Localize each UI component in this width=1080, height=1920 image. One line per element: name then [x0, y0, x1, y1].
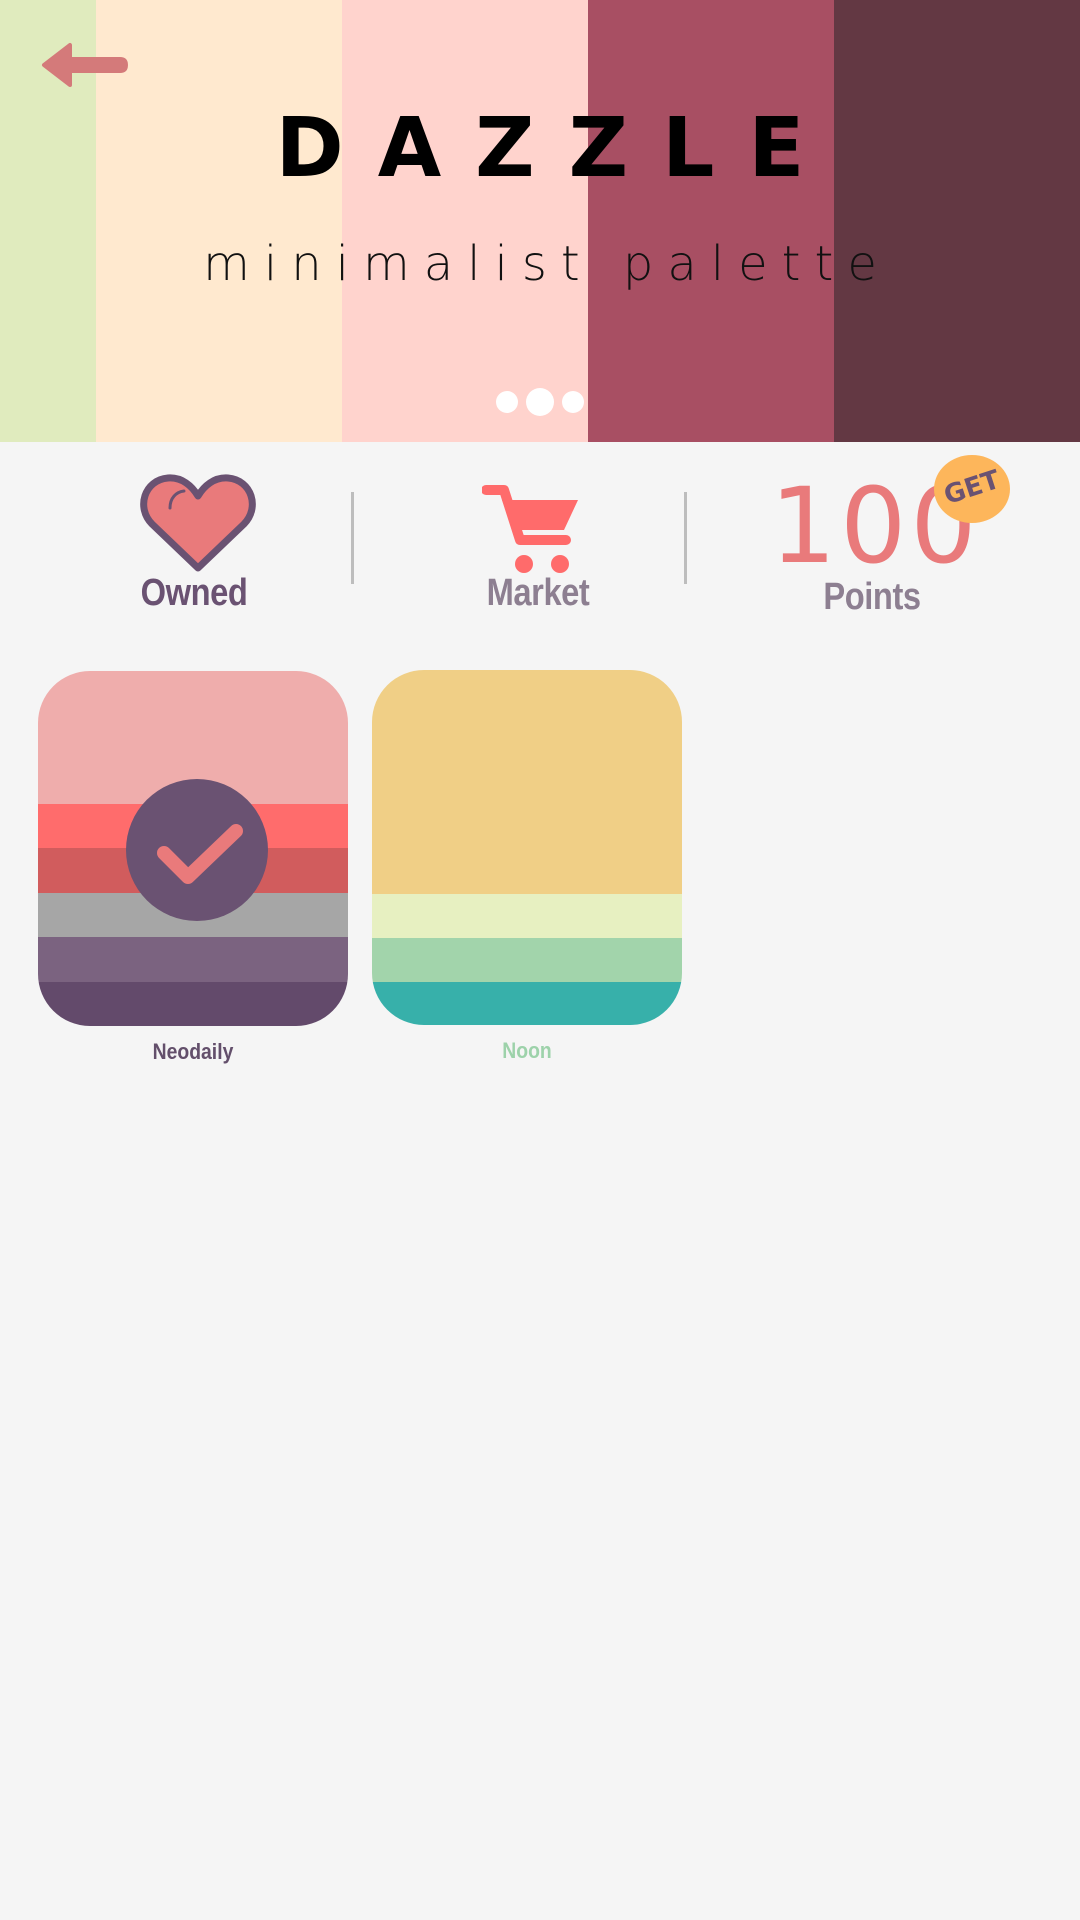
page-dot[interactable] — [496, 391, 518, 413]
back-arrow-icon — [42, 43, 128, 87]
stripe-4 — [588, 0, 834, 442]
get-points-button[interactable]: GET — [934, 455, 1010, 523]
stripe-3 — [342, 0, 588, 442]
page-dot[interactable] — [562, 391, 584, 413]
app-subtitle: minimalist palette — [203, 236, 891, 292]
palette-card-neodaily[interactable]: Neodaily — [38, 671, 348, 1071]
color-band — [372, 938, 682, 982]
back-button[interactable] — [40, 40, 130, 90]
nav-divider — [684, 492, 687, 584]
nav-bar: Owned Market 100 Points — [0, 442, 1080, 642]
tab-market[interactable]: Market — [428, 442, 648, 622]
stripe-2 — [96, 0, 342, 442]
app-screen: DAZZLE minimalist palette Owned Market 1… — [0, 0, 1080, 1920]
points-label: Points — [823, 576, 921, 618]
palette-name: Noon — [502, 1038, 552, 1063]
page-indicator — [496, 388, 584, 416]
nav-divider — [351, 492, 354, 584]
stripe-5 — [834, 0, 1080, 442]
palette-name: Neodaily — [152, 1039, 234, 1064]
selected-indicator — [126, 779, 268, 921]
tab-owned-label: Owned — [140, 572, 248, 614]
color-band — [38, 982, 348, 1026]
app-title: DAZZLE — [275, 101, 839, 196]
palette-stripes — [0, 0, 1080, 442]
get-points-label: GET — [940, 464, 1004, 512]
color-band — [372, 670, 682, 894]
palette-swatches — [372, 670, 682, 1025]
tab-owned[interactable]: Owned — [84, 442, 304, 622]
color-band — [38, 937, 348, 982]
heart-icon — [140, 474, 256, 572]
checkmark-icon — [157, 824, 243, 884]
page-dot-active[interactable] — [526, 388, 554, 416]
color-band — [372, 894, 682, 938]
palette-card-noon[interactable]: Noon — [372, 670, 682, 1070]
cart-icon — [482, 485, 578, 573]
header-banner: DAZZLE minimalist palette — [0, 0, 1080, 442]
color-band — [372, 982, 682, 1025]
tab-market-label: Market — [486, 572, 590, 614]
